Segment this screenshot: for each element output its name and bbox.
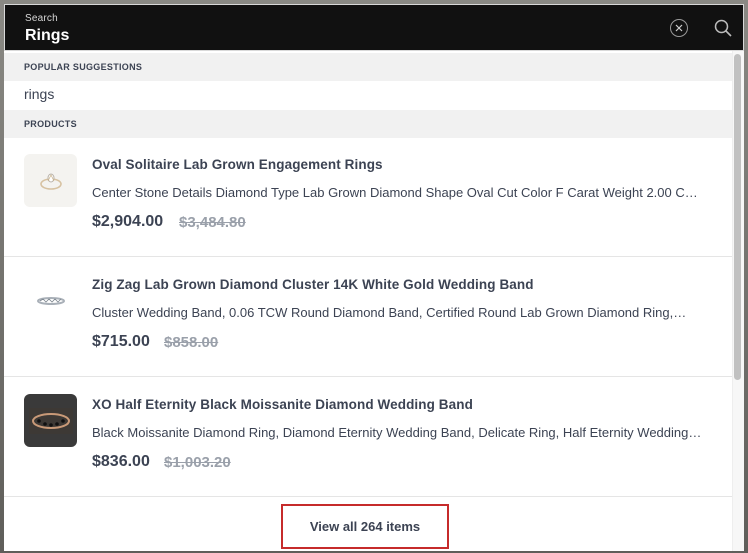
search-label: Search — [25, 13, 58, 24]
suggestion-item[interactable]: rings — [24, 86, 54, 102]
products-header: PRODUCTS — [4, 110, 732, 138]
results-footer: View all 264 items — [4, 497, 732, 551]
band-image — [24, 274, 77, 327]
product-description: Cluster Wedding Band, 0.06 TCW Round Dia… — [92, 305, 687, 320]
product-item[interactable]: XO Half Eternity Black Moissanite Diamon… — [4, 377, 732, 497]
product-item[interactable]: Zig Zag Lab Grown Diamond Cluster 14K Wh… — [4, 257, 732, 377]
product-compare-price: $858.00 — [164, 334, 219, 351]
search-bar[interactable]: Search Rings — [4, 4, 744, 51]
search-icon[interactable] — [712, 17, 734, 39]
product-price: $715.00 — [92, 333, 150, 350]
product-compare-price: $1,003.20 — [164, 454, 231, 471]
product-title[interactable]: Oval Solitaire Lab Grown Engagement Ring… — [92, 157, 383, 172]
product-price: $836.00 — [92, 453, 150, 470]
ring-image — [24, 154, 77, 207]
product-compare-price: $3,484.80 — [179, 214, 246, 231]
popular-suggestions-header: POPULAR SUGGESTIONS — [4, 53, 732, 81]
view-all-button[interactable]: View all 264 items — [281, 504, 449, 549]
product-description: Center Stone Details Diamond Type Lab Gr… — [92, 185, 702, 200]
scrollbar-thumb[interactable] — [734, 54, 741, 380]
product-price: $2,904.00 — [92, 213, 164, 230]
product-title[interactable]: Zig Zag Lab Grown Diamond Cluster 14K Wh… — [92, 277, 534, 292]
product-item[interactable]: Oval Solitaire Lab Grown Engagement Ring… — [4, 137, 732, 257]
search-results-dropdown: POPULAR SUGGESTIONS rings PRODUCTS Oval … — [4, 51, 744, 551]
product-description: Black Moissanite Diamond Ring, Diamond E… — [92, 425, 702, 440]
product-title[interactable]: XO Half Eternity Black Moissanite Diamon… — [92, 397, 473, 412]
black-band-image — [24, 394, 77, 447]
close-circle-icon[interactable] — [670, 19, 688, 37]
search-input[interactable]: Rings — [25, 27, 69, 45]
